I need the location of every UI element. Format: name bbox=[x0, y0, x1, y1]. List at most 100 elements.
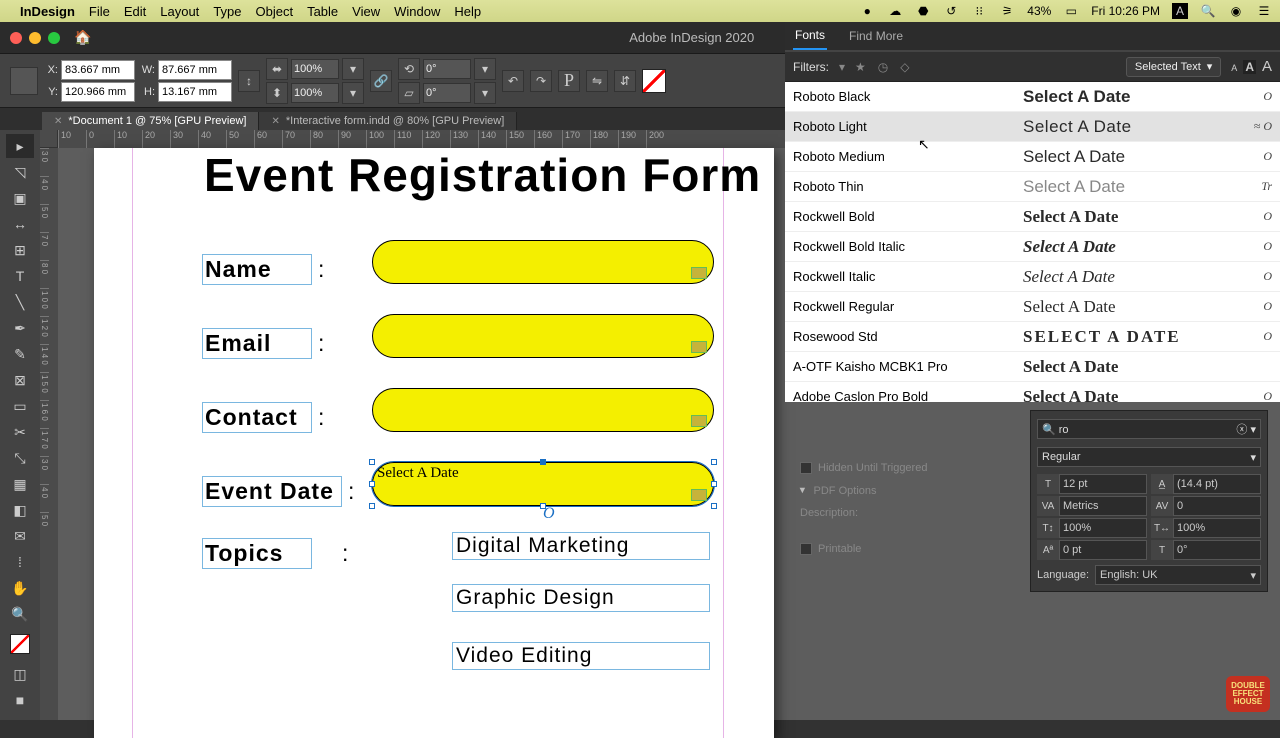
rectangle-tool[interactable]: ▭ bbox=[6, 394, 34, 418]
siri-icon[interactable]: ◉ bbox=[1228, 3, 1244, 19]
menu-help[interactable]: Help bbox=[454, 4, 481, 19]
settings-icon[interactable]: ⁝⁝ bbox=[971, 3, 987, 19]
rotation-indicator-icon[interactable]: O bbox=[543, 505, 555, 523]
resize-handle[interactable] bbox=[369, 503, 375, 509]
gradient-swatch-tool[interactable]: ▦ bbox=[6, 472, 34, 496]
format-container-icon[interactable]: ◫ bbox=[6, 662, 34, 686]
dropdown-icon[interactable]: ▾ bbox=[474, 58, 496, 80]
control-center-icon[interactable]: ☰ bbox=[1256, 3, 1272, 19]
w-input[interactable] bbox=[158, 60, 232, 80]
resize-handle[interactable] bbox=[369, 481, 375, 487]
free-transform-tool[interactable]: ⤡ bbox=[6, 446, 34, 470]
cc-icon[interactable]: ☁ bbox=[887, 3, 903, 19]
tab-find-more[interactable]: Find More bbox=[847, 23, 905, 49]
topic-item[interactable]: Video Editing bbox=[452, 642, 710, 670]
hscale-input[interactable]: 100% bbox=[1173, 518, 1261, 538]
scale-x-input[interactable] bbox=[291, 59, 339, 79]
font-list-item[interactable]: Roboto ThinSelect A DateTr bbox=[785, 172, 1280, 202]
line-tool[interactable]: ╲ bbox=[6, 290, 34, 314]
gap-tool[interactable]: ↔ bbox=[6, 212, 34, 236]
scissors-tool[interactable]: ✂ bbox=[6, 420, 34, 444]
eyedropper-tool[interactable]: ⁞ bbox=[6, 550, 34, 574]
h-input[interactable] bbox=[158, 82, 232, 102]
fill-stroke-swatch[interactable] bbox=[6, 628, 34, 660]
label-contact[interactable]: Contact bbox=[202, 402, 312, 433]
menu-window[interactable]: Window bbox=[394, 4, 440, 19]
traffic-lights[interactable] bbox=[10, 32, 60, 44]
label-name[interactable]: Name bbox=[202, 254, 312, 285]
menu-file[interactable]: File bbox=[89, 4, 110, 19]
clear-icon[interactable]: ⓧ ▾ bbox=[1236, 421, 1256, 437]
flip-v-icon[interactable]: ⇵ bbox=[614, 70, 636, 92]
sample-size-buttons[interactable]: AAA bbox=[1231, 58, 1272, 75]
menu-object[interactable]: Object bbox=[256, 4, 294, 19]
flip-h-icon[interactable]: ⇋ bbox=[586, 70, 608, 92]
kerning-input[interactable]: Metrics bbox=[1059, 496, 1147, 516]
contact-field[interactable] bbox=[372, 388, 714, 432]
pencil-tool[interactable]: ✎ bbox=[6, 342, 34, 366]
font-list-item[interactable]: Adobe Caslon Pro BoldSelect A DateO bbox=[785, 382, 1280, 402]
wifi-icon[interactable]: ⚞ bbox=[999, 3, 1015, 19]
baseline-input[interactable]: 0 pt bbox=[1059, 540, 1147, 560]
ruler-vertical[interactable]: 3 04 05 07 08 01 0 01 2 01 4 01 5 01 6 0… bbox=[40, 148, 58, 720]
favorite-filter-icon[interactable]: ★ bbox=[855, 60, 866, 74]
hand-tool[interactable]: ✋ bbox=[6, 576, 34, 600]
a-icon[interactable]: A bbox=[1172, 3, 1188, 19]
font-list-item[interactable]: Roboto LightSelect A Date≈ O bbox=[785, 112, 1280, 142]
resize-handle[interactable] bbox=[711, 459, 717, 465]
email-field[interactable] bbox=[372, 314, 714, 358]
battery-percent[interactable]: 43% bbox=[1027, 4, 1051, 18]
font-list-item[interactable]: Rockwell ItalicSelect A DateO bbox=[785, 262, 1280, 292]
shear-input[interactable] bbox=[423, 83, 471, 103]
menu-type[interactable]: Type bbox=[213, 4, 241, 19]
menu-edit[interactable]: Edit bbox=[124, 4, 146, 19]
paragraph-style-icon[interactable]: P bbox=[558, 70, 580, 92]
resize-handle[interactable] bbox=[369, 459, 375, 465]
x-input[interactable] bbox=[61, 60, 135, 80]
leading-input[interactable]: (14.4 pt) bbox=[1173, 474, 1261, 494]
page-tool[interactable]: ▣ bbox=[6, 186, 34, 210]
font-search-input[interactable]: 🔍 roⓧ ▾ bbox=[1037, 419, 1261, 439]
type-tool[interactable]: T bbox=[6, 264, 34, 288]
constrain-icon[interactable]: ↕ bbox=[238, 70, 260, 92]
skew-input[interactable]: 0° bbox=[1173, 540, 1261, 560]
language-select[interactable]: English: UK▾ bbox=[1095, 565, 1261, 585]
font-list-item[interactable]: Roboto BlackSelect A DateO bbox=[785, 82, 1280, 112]
font-list[interactable]: Roboto BlackSelect A DateORoboto LightSe… bbox=[785, 82, 1280, 402]
rectangle-frame-tool[interactable]: ⊠ bbox=[6, 368, 34, 392]
document-tab[interactable]: ✕*Interactive form.indd @ 80% [GPU Previ… bbox=[259, 112, 517, 130]
event-date-field[interactable]: Select A Date O bbox=[372, 462, 714, 506]
filter-class-icon[interactable]: ▾ bbox=[839, 60, 845, 74]
timemachine-icon[interactable]: ↺ bbox=[943, 3, 959, 19]
menu-table[interactable]: Table bbox=[307, 4, 338, 19]
rotate-cw-icon[interactable]: ↷ bbox=[530, 70, 552, 92]
note-tool[interactable]: ✉ bbox=[6, 524, 34, 548]
zoom-tool[interactable]: 🔍 bbox=[6, 602, 34, 626]
battery-icon[interactable]: ▭ bbox=[1063, 3, 1079, 19]
close-icon[interactable]: ✕ bbox=[54, 116, 62, 127]
menu-view[interactable]: View bbox=[352, 4, 380, 19]
record-icon[interactable]: ● bbox=[859, 3, 875, 19]
pdf-options-header[interactable]: PDF Options bbox=[814, 485, 877, 497]
label-event-date[interactable]: Event Date bbox=[202, 476, 342, 507]
y-input[interactable] bbox=[61, 82, 135, 102]
close-icon[interactable]: ✕ bbox=[271, 116, 279, 127]
activated-filter-icon[interactable]: ◇ bbox=[900, 60, 909, 74]
font-list-item[interactable]: Rockwell RegularSelect A DateO bbox=[785, 292, 1280, 322]
topic-item[interactable]: Graphic Design bbox=[452, 584, 710, 612]
pen-tool[interactable]: ✒ bbox=[6, 316, 34, 340]
checkbox[interactable] bbox=[800, 462, 812, 474]
font-list-item[interactable]: Rockwell BoldSelect A DateO bbox=[785, 202, 1280, 232]
sample-text-select[interactable]: Selected Text▾ bbox=[1126, 57, 1221, 77]
font-list-item[interactable]: Rosewood StdSELECT A DATEO bbox=[785, 322, 1280, 352]
selection-tool[interactable]: ▸ bbox=[6, 134, 34, 158]
font-list-item[interactable]: Roboto MediumSelect A DateO bbox=[785, 142, 1280, 172]
gradient-feather-tool[interactable]: ◧ bbox=[6, 498, 34, 522]
spotlight-icon[interactable]: 🔍 bbox=[1200, 3, 1216, 19]
zoom-window-icon[interactable] bbox=[48, 32, 60, 44]
page[interactable]: Event Registration Form Name: Email: Con… bbox=[94, 148, 774, 738]
font-list-item[interactable]: Rockwell Bold ItalicSelect A DateO bbox=[785, 232, 1280, 262]
shield-icon[interactable]: ⬣ bbox=[915, 3, 931, 19]
direct-selection-tool[interactable]: ◹ bbox=[6, 160, 34, 184]
rotate-ccw-icon[interactable]: ↶ bbox=[502, 70, 524, 92]
